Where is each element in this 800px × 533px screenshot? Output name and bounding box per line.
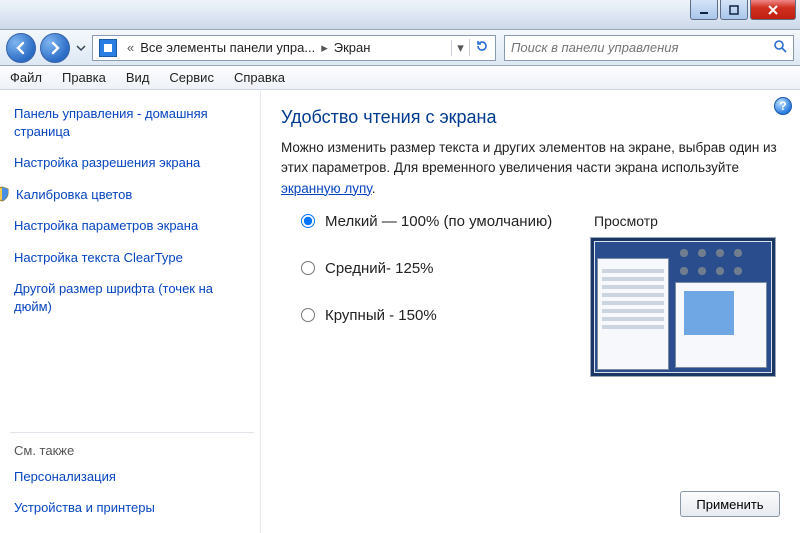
- address-dropdown[interactable]: ▾: [451, 40, 469, 56]
- maximize-button[interactable]: [720, 0, 748, 20]
- magnifier-link[interactable]: экранную лупу: [281, 181, 372, 196]
- seealso-personalization[interactable]: Персонализация: [14, 468, 250, 486]
- nav-bar: « Все элементы панели упра... ▸ Экран ▾: [0, 30, 800, 66]
- help-icon[interactable]: ?: [774, 97, 792, 115]
- sidebar-item-label: Калибровка цветов: [16, 186, 132, 204]
- refresh-button[interactable]: [469, 39, 493, 56]
- search-input[interactable]: [511, 40, 769, 55]
- apply-button[interactable]: Применить: [680, 491, 780, 517]
- menu-service[interactable]: Сервис: [169, 70, 214, 85]
- menu-view[interactable]: Вид: [126, 70, 150, 85]
- sidebar-item-calibration[interactable]: Калибровка цветов: [14, 186, 250, 204]
- radio-small[interactable]: [301, 214, 315, 228]
- options-row: Мелкий — 100% (по умолчанию) Средний- 12…: [281, 213, 780, 377]
- sidebar-item-label: Другой размер шрифта (точек на дюйм): [14, 280, 250, 315]
- preview-image: [590, 237, 776, 377]
- size-options: Мелкий — 100% (по умолчанию) Средний- 12…: [281, 213, 570, 377]
- menu-file[interactable]: Файл: [10, 70, 42, 85]
- back-button[interactable]: [6, 33, 36, 63]
- breadcrumb-seg1[interactable]: Все элементы панели упра...: [140, 40, 315, 55]
- option-label: Мелкий — 100% (по умолчанию): [325, 213, 552, 230]
- address-bar[interactable]: « Все элементы панели упра... ▸ Экран ▾: [92, 35, 496, 61]
- desc-text: Можно изменить размер текста и других эл…: [281, 140, 777, 175]
- search-box[interactable]: [504, 35, 794, 61]
- forward-button[interactable]: [40, 33, 70, 63]
- sidebar: Панель управления - домашняя страница На…: [0, 91, 260, 533]
- option-large[interactable]: Крупный - 150%: [301, 307, 570, 324]
- radio-medium[interactable]: [301, 261, 315, 275]
- option-label: Крупный - 150%: [325, 307, 437, 324]
- menu-help[interactable]: Справка: [234, 70, 285, 85]
- sidebar-item-label: Настройка разрешения экрана: [14, 154, 200, 172]
- chevron-right-icon: ▸: [315, 40, 334, 56]
- minimize-button[interactable]: [690, 0, 718, 20]
- option-label: Средний- 125%: [325, 260, 434, 277]
- main-panel: Удобство чтения с экрана Можно изменить …: [260, 91, 800, 533]
- seealso-label: Устройства и принтеры: [14, 499, 155, 517]
- sidebar-item-display-params[interactable]: Настройка параметров экрана: [14, 217, 250, 235]
- menu-edit[interactable]: Правка: [62, 70, 106, 85]
- sidebar-item-label: Настройка параметров экрана: [14, 217, 198, 235]
- sidebar-item-cleartype[interactable]: Настройка текста ClearType: [14, 249, 250, 267]
- footer: Применить: [281, 491, 780, 517]
- close-button[interactable]: [750, 0, 796, 20]
- option-medium[interactable]: Средний- 125%: [301, 260, 570, 277]
- sidebar-home[interactable]: Панель управления - домашняя страница: [14, 105, 250, 140]
- seealso-label: Персонализация: [14, 468, 116, 486]
- breadcrumb-seg2[interactable]: Экран: [334, 40, 371, 55]
- shield-icon: [0, 186, 10, 202]
- page-heading: Удобство чтения с экрана: [281, 107, 780, 128]
- sidebar-item-resolution[interactable]: Настройка разрешения экрана: [14, 154, 250, 172]
- page-description: Можно изменить размер текста и других эл…: [281, 138, 780, 199]
- preview-pane: Просмотр: [590, 213, 780, 377]
- see-also-heading: См. также: [14, 443, 250, 458]
- radio-large[interactable]: [301, 308, 315, 322]
- option-small[interactable]: Мелкий — 100% (по умолчанию): [301, 213, 570, 230]
- breadcrumb-prefix: «: [121, 40, 140, 55]
- history-dropdown[interactable]: [74, 43, 88, 53]
- sidebar-home-label: Панель управления - домашняя страница: [14, 105, 250, 140]
- sidebar-item-label: Настройка текста ClearType: [14, 249, 183, 267]
- search-icon[interactable]: [769, 39, 787, 56]
- menu-bar: Файл Правка Вид Сервис Справка: [0, 66, 800, 90]
- seealso-devices[interactable]: Устройства и принтеры: [14, 499, 250, 517]
- control-panel-icon: [99, 39, 117, 57]
- preview-label: Просмотр: [590, 213, 780, 229]
- title-bar: [0, 0, 800, 30]
- content-area: ? Панель управления - домашняя страница …: [0, 90, 800, 533]
- sidebar-item-dpi[interactable]: Другой размер шрифта (точек на дюйм): [14, 280, 250, 315]
- desc-post: .: [372, 181, 376, 196]
